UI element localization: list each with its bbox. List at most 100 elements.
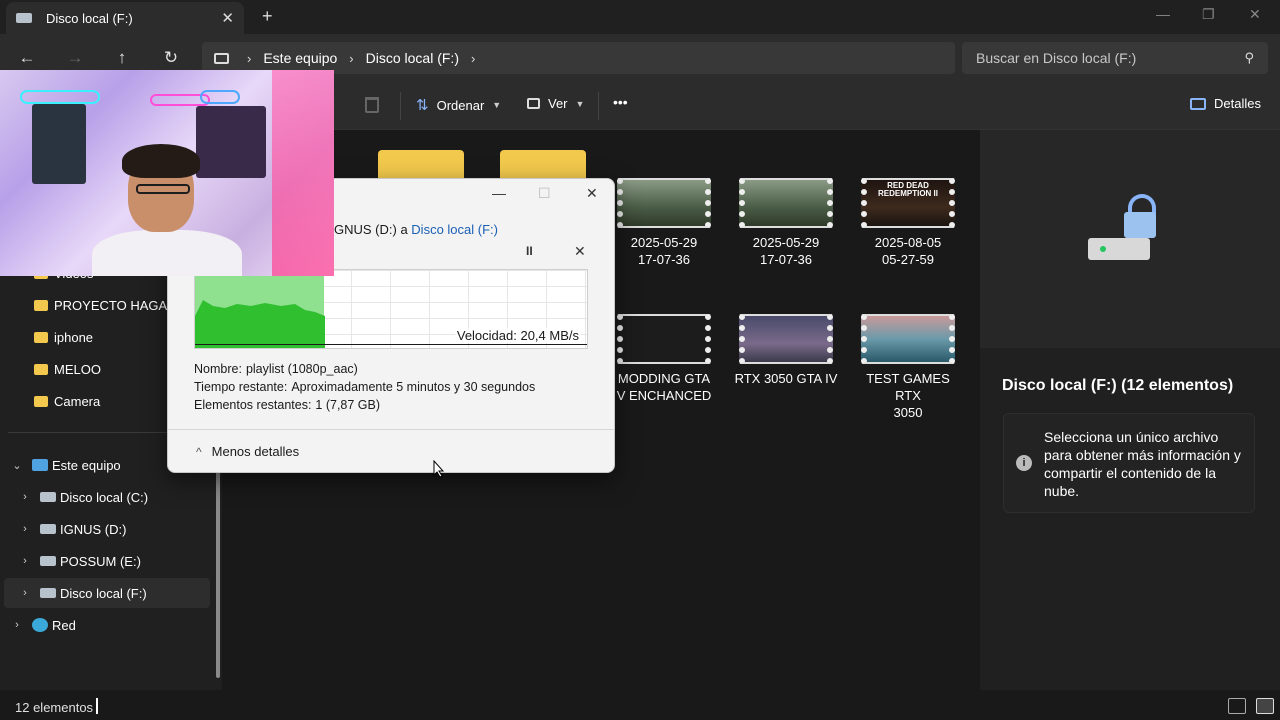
details-title: Disco local (F:) (12 elementos): [1002, 377, 1234, 394]
webcam-person-glasses: [136, 184, 190, 194]
forward-button[interactable]: →: [63, 46, 87, 70]
sidebar-item-label: Camera: [54, 393, 101, 409]
thumbnail-text: RED DEAD REDEMPTION II: [877, 181, 938, 198]
close-button[interactable]: ✕: [1249, 6, 1261, 23]
status-separator: [96, 698, 98, 714]
view-button[interactable]: Ver ▼: [527, 96, 584, 111]
items-value: 1 (7,87 GB): [315, 398, 381, 412]
details-preview: [980, 130, 1280, 348]
transfer-speed-graph: Velocidad: 20,4 MB/s: [194, 269, 588, 349]
details-pane-icon: [1190, 97, 1206, 110]
tab-disco-local[interactable]: Disco local (F:) ✕: [6, 2, 244, 34]
refresh-button[interactable]: ↻: [159, 46, 183, 70]
time-remaining-row: Tiempo restante: Aproximadamente 5 minuto…: [194, 380, 535, 394]
tab-close-icon[interactable]: ✕: [221, 9, 234, 27]
less-details-button[interactable]: ^ Menos detalles: [196, 444, 299, 459]
file-name: MODDING GTA: [617, 371, 711, 386]
webcam-light: [272, 70, 334, 276]
sidebar-item-ignus-d[interactable]: › IGNUS (D:): [0, 514, 210, 544]
file-name: 05-27-59: [881, 252, 935, 267]
chevron-down-icon[interactable]: ⌄: [10, 459, 24, 472]
chevron-down-icon: ▼: [575, 98, 585, 109]
details-view-icon[interactable]: [1228, 698, 1246, 714]
info-text: Selecciona un único archivo para obtener…: [1044, 429, 1241, 499]
drive-icon: [40, 588, 56, 598]
breadcrumb-disco-local[interactable]: Disco local (F:): [366, 50, 459, 66]
file-item[interactable]: TEST GAMES RTX 3050: [853, 314, 963, 421]
file-name: 2025-08-05: [874, 235, 942, 250]
sidebar-item-label: Red: [52, 617, 76, 633]
sidebar-item-disco-f[interactable]: › Disco local (F:): [4, 578, 210, 608]
video-thumbnail: [617, 314, 711, 364]
chevron-right-icon[interactable]: ›: [18, 523, 32, 535]
sidebar-item-possum-e[interactable]: › POSSUM (E:): [0, 546, 210, 576]
copy-destination-link[interactable]: Disco local (F:): [411, 222, 498, 237]
less-details-label: Menos detalles: [211, 444, 300, 459]
sidebar-item-label: Disco local (C:): [60, 489, 149, 505]
drive-icon: [40, 524, 56, 534]
dialog-divider: [168, 429, 614, 430]
cancel-copy-button[interactable]: ✕: [574, 243, 586, 260]
chevron-right-icon[interactable]: ›: [18, 587, 32, 599]
file-item[interactable]: MODDING GTA V ENCHANCED: [609, 314, 719, 404]
view-icon: [527, 98, 540, 109]
up-button[interactable]: ↑: [110, 46, 134, 70]
sidebar-item-disco-c[interactable]: › Disco local (C:): [0, 482, 210, 512]
maximize-button[interactable]: ❐: [1202, 6, 1215, 23]
pause-button[interactable]: II: [526, 244, 533, 258]
items-label: Elementos restantes:: [194, 398, 312, 412]
more-options-button[interactable]: •••: [613, 94, 628, 110]
info-icon: i: [1016, 455, 1032, 471]
chevron-right-icon[interactable]: ›: [18, 491, 32, 503]
info-card: i Selecciona un único archivo para obten…: [1003, 413, 1255, 513]
file-item[interactable]: RTX 3050 GTA IV: [731, 314, 841, 387]
folder-icon: [34, 331, 48, 343]
search-box[interactable]: Buscar en Disco local (F:) ⚲: [962, 42, 1268, 74]
webcam-background-panel: [196, 106, 266, 178]
webcam-overlay: [0, 70, 334, 276]
video-thumbnail: [739, 178, 833, 228]
sidebar-item-label: MELOO: [54, 361, 101, 377]
file-name: 17-07-36: [759, 252, 813, 267]
file-name: 17-07-36: [637, 252, 691, 267]
dialog-close-button[interactable]: ✕: [586, 185, 598, 202]
transfer-speed: Velocidad: 20,4 MB/s: [454, 328, 581, 343]
folder-icon: [34, 363, 48, 375]
sidebar-item-label: Disco local (F:): [60, 585, 147, 601]
item-count: 12 elementos: [15, 700, 94, 715]
command-separator: [400, 92, 401, 120]
back-button[interactable]: ←: [15, 46, 39, 70]
tab-label: Disco local (F:): [46, 10, 133, 26]
sidebar-item-label: Este equipo: [52, 457, 121, 473]
time-label: Tiempo restante:: [194, 380, 288, 394]
chevron-down-icon: ▼: [492, 100, 502, 110]
file-item[interactable]: 2025-05-29 17-07-36: [731, 178, 841, 268]
delete-icon[interactable]: [365, 97, 379, 113]
new-tab-button[interactable]: +: [262, 6, 273, 27]
file-item[interactable]: RED DEAD REDEMPTION II 2025-08-05 05-27-…: [853, 178, 963, 268]
file-name: 3050: [893, 405, 923, 420]
sort-button[interactable]: ⇅ Ordenar ▼: [416, 96, 501, 114]
chevron-right-icon[interactable]: ›: [18, 555, 32, 567]
file-name-row: Nombre: playlist (1080p_aac): [194, 362, 358, 376]
dialog-minimize-button[interactable]: —: [492, 185, 506, 201]
breadcrumb-separator[interactable]: ›: [471, 51, 475, 66]
items-remaining-row: Elementos restantes: 1 (7,87 GB): [194, 398, 380, 412]
chevron-right-icon[interactable]: ›: [10, 619, 24, 631]
copy-source: GNUS (D:) a: [334, 222, 412, 237]
title-bar: Disco local (F:) ✕ + — ❐ ✕: [0, 0, 1280, 34]
folder-icon: [34, 299, 48, 311]
search-input[interactable]: Buscar en Disco local (F:): [976, 50, 1244, 66]
details-pane-button[interactable]: Detalles: [1190, 96, 1261, 111]
status-bar: 12 elementos: [0, 694, 1280, 720]
file-name: TEST GAMES RTX: [866, 371, 950, 403]
tiles-view-icon[interactable]: [1256, 698, 1274, 714]
file-item[interactable]: 2025-05-29 17-07-36: [609, 178, 719, 268]
dialog-maximize-button: ☐: [538, 185, 551, 201]
minimize-button[interactable]: —: [1156, 6, 1170, 22]
breadcrumb-separator: ›: [247, 50, 252, 66]
webcam-person-hair: [122, 144, 200, 178]
neon-sign: [200, 90, 240, 104]
sidebar-item-red[interactable]: › Red: [0, 610, 210, 640]
breadcrumb-este-equipo[interactable]: Este equipo: [263, 50, 337, 66]
